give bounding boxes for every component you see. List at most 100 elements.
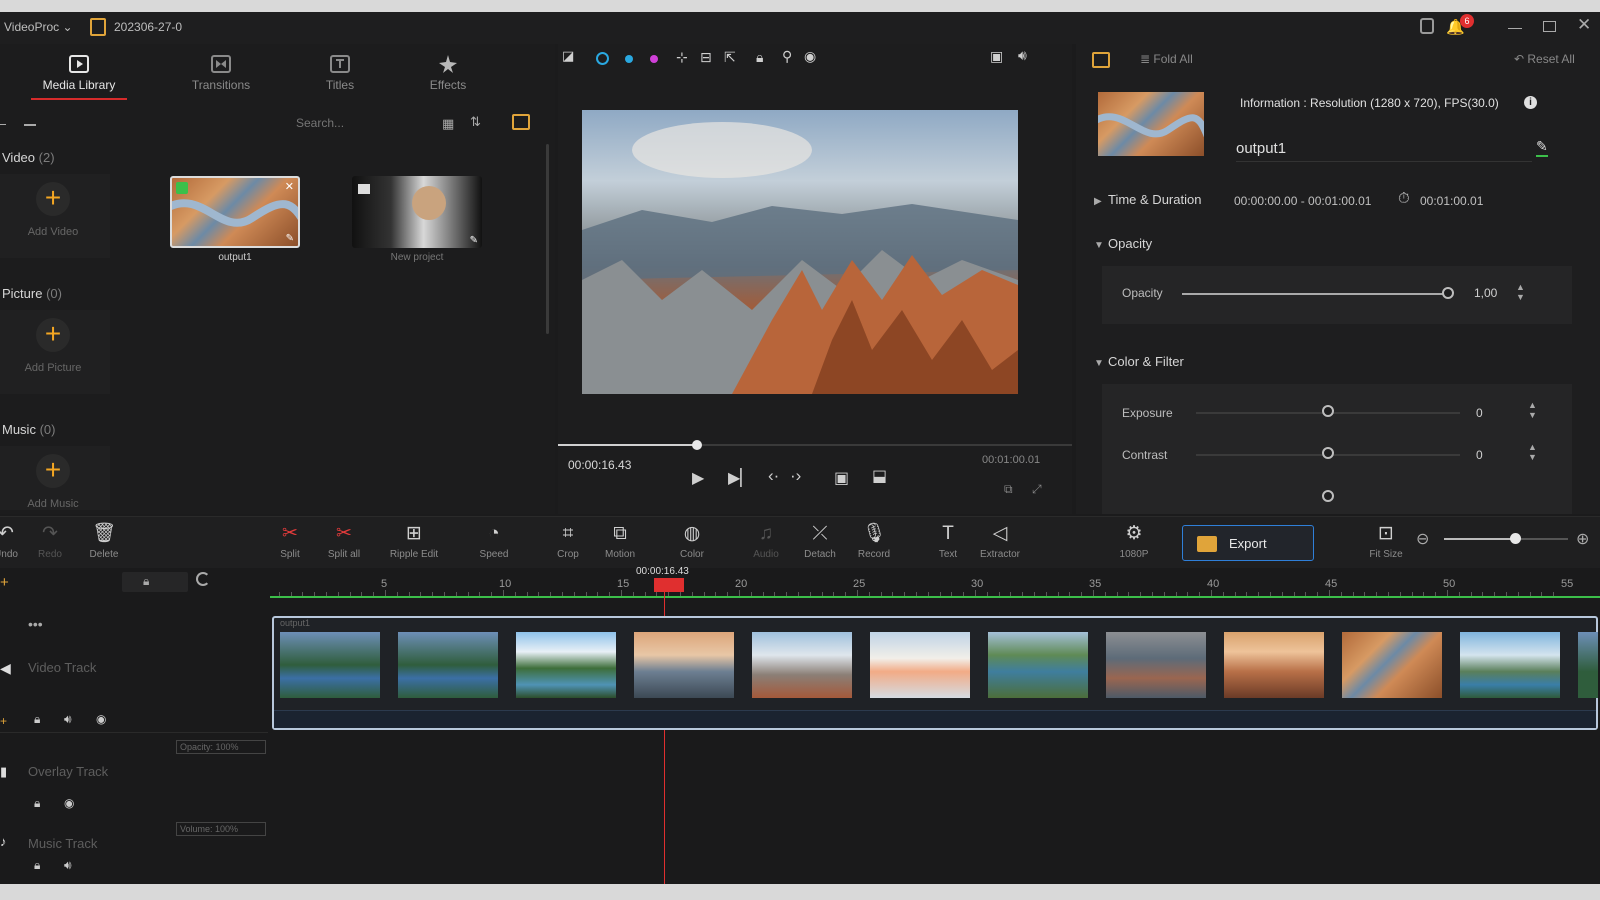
window-mode-icon[interactable]: ⧉ (1004, 482, 1013, 497)
reset-all-button[interactable]: ↶ Reset All (1514, 52, 1575, 66)
cursor-icon[interactable]: ⇱ (724, 49, 736, 66)
save-icon[interactable] (90, 18, 106, 36)
rename-icon[interactable]: ✎ (1536, 138, 1548, 157)
zoom-out-icon[interactable]: ⊖ (1416, 529, 1429, 549)
align-icon[interactable]: ⊹ (676, 49, 688, 66)
fold-all-button[interactable]: ≣ Fold All (1140, 52, 1193, 66)
remove-icon[interactable] (24, 124, 36, 126)
collapse-opacity-icon[interactable]: ▼ (1094, 240, 1104, 251)
search-input[interactable] (296, 112, 416, 134)
tab-effects[interactable]: Effects (393, 54, 503, 92)
magnet-icon[interactable] (196, 572, 210, 586)
add-video-tile[interactable]: + Add Video (0, 174, 110, 258)
audio-button[interactable]: ♫ Audio (738, 521, 794, 560)
fit-frame-icon[interactable]: ▣ (834, 468, 849, 488)
contrast-slider-knob[interactable] (1322, 447, 1334, 459)
video-thumbnail-output1[interactable]: ✕ ✎ (170, 176, 300, 248)
music-volume-badge[interactable]: Volume: 100% (176, 822, 266, 836)
zoom-slider-knob[interactable] (1509, 533, 1521, 544)
contrast-value[interactable]: 0 (1476, 448, 1483, 462)
color-dot-cyan[interactable] (625, 55, 633, 63)
overlay-track-lock-icon[interactable]: 🔒︎ (34, 796, 40, 811)
overlay-opacity-badge[interactable]: Opacity: 100% (176, 740, 266, 754)
add-music-tile[interactable]: + Add Music (0, 446, 110, 510)
split-button[interactable]: ✂ Split (262, 521, 318, 560)
delete-button[interactable]: 🗑︎ Delete (76, 521, 132, 560)
extractor-button[interactable]: ◁ Extractor (972, 521, 1028, 560)
video-track-mute-icon[interactable]: 🔊︎ (64, 712, 72, 727)
panel-dock-icon[interactable] (1092, 52, 1110, 68)
exposure-slider-knob[interactable] (1322, 405, 1334, 417)
previous-frame-icon[interactable]: ‹· (768, 466, 779, 486)
text-button[interactable]: T Text (920, 521, 976, 560)
clip-name-input[interactable] (1236, 136, 1532, 162)
opacity-section[interactable]: Opacity (1108, 236, 1152, 251)
expand-time-icon[interactable]: ▶ (1094, 196, 1102, 207)
quality-button[interactable]: ⚙ 1080P (1106, 521, 1162, 560)
color-button[interactable]: ◍ Color (664, 521, 720, 560)
app-menu[interactable]: VideoProc ⌄ (4, 20, 73, 34)
record-button[interactable]: 🎙︎ Record (846, 521, 902, 560)
edit-icon-2[interactable]: ✎ (470, 235, 478, 246)
lock-layer-icon[interactable]: 🔒︎ (756, 49, 763, 66)
playhead-handle[interactable] (654, 578, 684, 592)
edit-icon[interactable]: ✎ (286, 233, 294, 244)
tab-transitions[interactable]: Transitions (166, 54, 276, 92)
zoom-in-icon[interactable]: ⊕ (1576, 529, 1589, 549)
remove-thumb-icon[interactable]: ✕ (285, 180, 294, 193)
color-dot-blue-selected[interactable] (596, 52, 609, 65)
collapse-color-icon[interactable]: ▼ (1094, 358, 1104, 369)
speed-button[interactable]: ◔ Speed (466, 521, 522, 560)
tab-media-library[interactable]: Media Library (24, 54, 134, 100)
video-track-visibility-icon[interactable]: ◉ (96, 712, 106, 726)
contrast-stepper-icon[interactable]: ▲ ▼ (1528, 442, 1537, 462)
video-preview-canvas[interactable] (582, 110, 1018, 394)
tab-titles[interactable]: Titles (285, 54, 395, 92)
crop-button[interactable]: ⌗ Crop (540, 521, 596, 560)
minimize-icon[interactable] (1508, 28, 1522, 29)
eye-icon[interactable]: ◉ (804, 48, 816, 65)
close-icon[interactable]: ✕ (1577, 15, 1591, 35)
sort-icon[interactable]: ⇅ (470, 114, 481, 130)
library-scrollbar[interactable] (546, 144, 549, 334)
opacity-slider-track[interactable] (1182, 293, 1448, 295)
maximize-icon[interactable] (1543, 21, 1556, 32)
music-track-mute-icon[interactable]: 🔊︎ (64, 858, 72, 873)
detach-button[interactable]: ⤫ Detach (792, 521, 848, 560)
panel-toggle-icon[interactable] (512, 114, 530, 130)
time-duration-section[interactable]: Time & Duration (1108, 192, 1201, 207)
fit-size-button[interactable]: ⊡ Fit Size (1358, 521, 1414, 560)
preview-scrubber-knob[interactable] (691, 440, 702, 450)
time-ruler[interactable]: 5 10 15 20 25 30 35 40 45 50 55 (270, 568, 1600, 608)
volume-icon[interactable]: 🔊︎ (1018, 47, 1027, 64)
exposure-value[interactable]: 0 (1476, 406, 1483, 420)
motion-button[interactable]: ⧉ Motion (592, 521, 648, 560)
color-filter-section[interactable]: Color & Filter (1108, 354, 1184, 369)
preview-progress-track[interactable] (558, 440, 1072, 450)
add-picture-tile[interactable]: + Add Picture (0, 310, 110, 394)
capture-icon[interactable]: ⬓ (872, 466, 887, 486)
video-clip[interactable]: output1 (272, 616, 1598, 730)
track-menu-icon[interactable]: ••• (28, 616, 43, 632)
ripple-edit-button[interactable]: ⊞ Ripple Edit (386, 521, 442, 560)
lock-icon[interactable] (1420, 18, 1434, 34)
overlay-track-visibility-icon[interactable]: ◉ (64, 796, 74, 810)
opacity-slider-knob[interactable] (1442, 287, 1454, 299)
compare-icon[interactable]: ◪ (562, 48, 574, 64)
fullscreen-icon[interactable]: ⤢ (1032, 482, 1042, 497)
opacity-value[interactable]: 1,00 (1474, 286, 1497, 300)
snapshot-icon[interactable]: ▣ (990, 48, 1003, 65)
collapse-icon[interactable] (0, 124, 6, 125)
grid-view-icon[interactable]: ▦ (442, 116, 454, 132)
exposure-stepper-icon[interactable]: ▲ ▼ (1528, 400, 1537, 420)
overlay-music-area[interactable] (270, 730, 1600, 884)
play-to-end-icon[interactable]: ▶▏ (728, 468, 753, 488)
zoom-slider-track[interactable] (1444, 533, 1568, 544)
redo-button[interactable]: ↷ Redo (22, 521, 78, 560)
color-dot-magenta[interactable] (650, 55, 658, 63)
add-track-icon[interactable]: + (0, 574, 9, 591)
next-frame-icon[interactable]: ·› (790, 466, 801, 486)
opacity-stepper-icon[interactable]: ▲ ▼ (1516, 282, 1525, 302)
export-button[interactable]: Export (1182, 525, 1314, 561)
info-icon[interactable]: i (1524, 96, 1537, 109)
